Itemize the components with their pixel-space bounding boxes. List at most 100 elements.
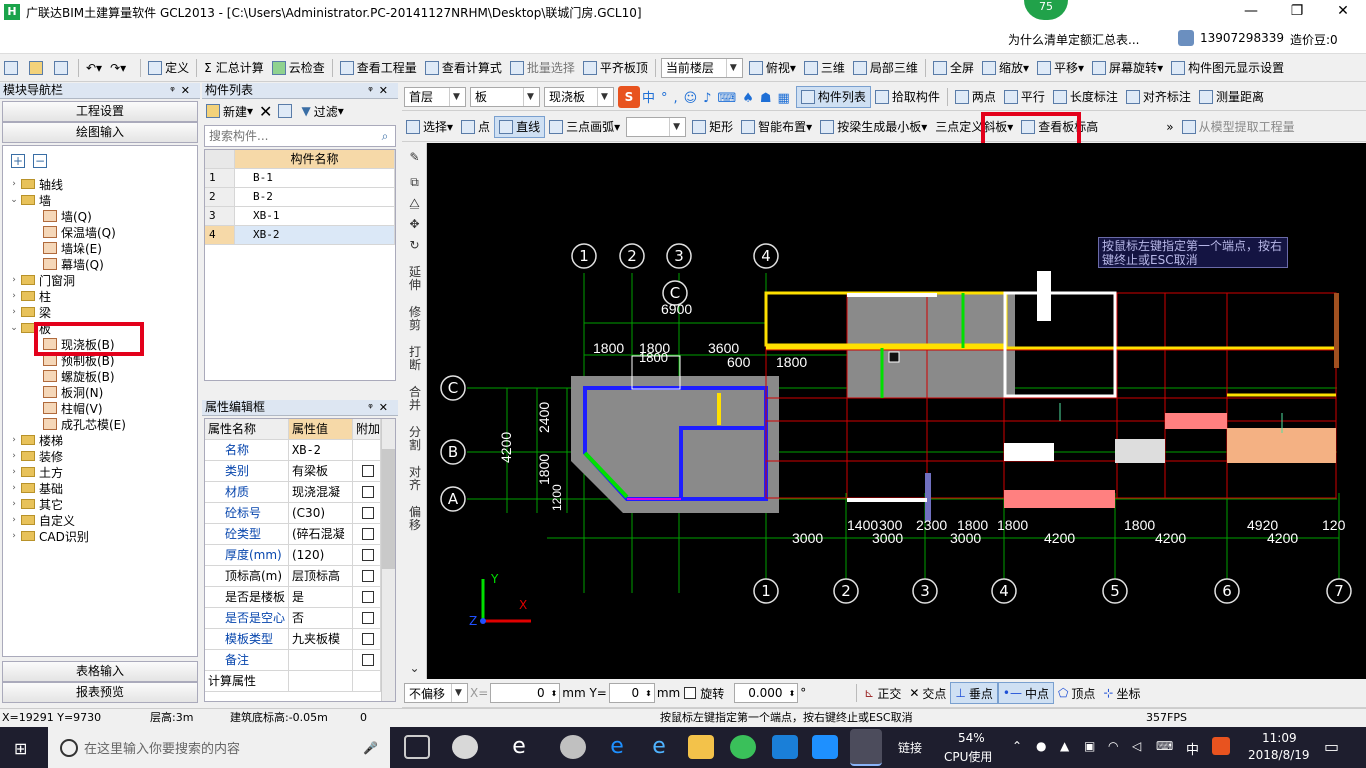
sum-calc-button[interactable]: Σ 汇总计算: [200, 57, 268, 79]
rotate-angle-input[interactable]: 0.000 ⬍: [734, 683, 799, 703]
property-scrollbar[interactable]: [381, 419, 395, 701]
copy-icon[interactable]: [278, 104, 293, 118]
type-select[interactable]: 板 ▼: [470, 86, 540, 107]
more-tools-icon[interactable]: »: [1162, 116, 1177, 138]
drawing-svg[interactable]: 1 2 3 41 2 3 4 5 6 7CBAC 6900 1800 1800 1800 3600…: [427, 143, 1366, 679]
chevron-right-icon[interactable]: ›: [9, 515, 19, 525]
beam-slab-button[interactable]: 按梁生成最小板 ▾: [816, 116, 931, 138]
vtool-button[interactable]: 打断: [408, 346, 422, 372]
ime-indicator[interactable]: 中: [1186, 739, 1199, 758]
pick-component-button[interactable]: 拾取构件: [871, 86, 944, 108]
wifi-icon[interactable]: ◠: [1108, 739, 1118, 753]
view-formula-button[interactable]: 查看计算式: [421, 57, 506, 79]
gcl-app-taskbar-icon[interactable]: [850, 729, 882, 766]
task-view-icon[interactable]: [404, 735, 430, 759]
extra-checkbox[interactable]: [362, 591, 374, 603]
define-button[interactable]: 定义: [144, 57, 193, 79]
g-app-icon[interactable]: [772, 735, 798, 759]
expand-all-icon[interactable]: +: [11, 154, 25, 168]
search-icon[interactable]: ⌕: [375, 126, 395, 146]
link-toolbar[interactable]: 链接: [898, 739, 922, 756]
mirror-icon[interactable]: ⧋: [402, 197, 427, 210]
vtool-button[interactable]: 修剪: [408, 306, 422, 332]
subtype-select[interactable]: 现浇板 ▼: [544, 86, 614, 107]
extra-checkbox[interactable]: [362, 570, 374, 582]
rotate-checkbox[interactable]: [684, 687, 697, 699]
new-file-button[interactable]: [0, 57, 25, 79]
extra-checkbox[interactable]: [362, 528, 374, 540]
property-row[interactable]: 砼类型 (碎石混凝: [205, 524, 395, 545]
notification-icon[interactable]: ▲: [1060, 739, 1069, 753]
extra-checkbox[interactable]: [362, 549, 374, 561]
open-file-button[interactable]: [25, 57, 50, 79]
tree-item[interactable]: 幕墙(Q): [3, 256, 197, 272]
user-account[interactable]: 13907298339: [1200, 31, 1284, 45]
chevron-right-icon[interactable]: ›: [9, 499, 19, 509]
tree-item[interactable]: 墙(Q): [3, 208, 197, 224]
chevron-right-icon[interactable]: ›: [9, 531, 19, 541]
vtool-button[interactable]: 对齐: [408, 466, 422, 492]
plan-view-button[interactable]: 俯视 ▾: [745, 57, 800, 79]
scrollbar-thumb[interactable]: [382, 449, 395, 569]
component-row[interactable]: 1 B-1: [205, 169, 395, 188]
tree-item[interactable]: › CAD识别: [3, 528, 197, 544]
mid-snap[interactable]: •— 中点: [997, 682, 1054, 704]
measure-button[interactable]: 测量距离: [1195, 86, 1268, 108]
green-app-icon[interactable]: [730, 735, 756, 759]
perp-snap[interactable]: ⊥ 垂点: [950, 682, 998, 704]
tree-item[interactable]: › 装修: [3, 448, 197, 464]
tree-item[interactable]: › 基础: [3, 480, 197, 496]
copy-tool-icon[interactable]: ⧉: [402, 176, 427, 189]
sogou-tray-icon[interactable]: [1212, 737, 1230, 755]
extra-checkbox[interactable]: [362, 654, 374, 666]
extra-checkbox[interactable]: [362, 465, 374, 477]
property-row[interactable]: 厚度(mm) (120): [205, 545, 395, 566]
drawing-input-button[interactable]: 绘图输入: [2, 122, 198, 143]
tree-item[interactable]: › 梁: [3, 304, 197, 320]
line-button[interactable]: 直线: [494, 115, 546, 138]
tree-item[interactable]: › 其它: [3, 496, 197, 512]
chevron-right-icon[interactable]: ›: [9, 467, 19, 477]
component-display-button[interactable]: 构件图元显示设置: [1167, 57, 1288, 79]
chevron-right-icon[interactable]: ›: [9, 451, 19, 461]
chevron-right-icon[interactable]: ›: [9, 307, 19, 317]
tray-square-icon[interactable]: ▣: [1084, 739, 1095, 753]
minimize-button[interactable]: —: [1228, 0, 1274, 24]
batch-select-button[interactable]: 批量选择: [506, 57, 579, 79]
vtool-button[interactable]: 合并: [408, 386, 422, 412]
close-button[interactable]: ✕: [1320, 0, 1366, 24]
current-floor-select[interactable]: 当前楼层 ▼: [660, 57, 743, 78]
tree-item[interactable]: ⌄ 墙: [3, 192, 197, 208]
ie-icon[interactable]: e: [506, 735, 532, 759]
collapse-all-icon[interactable]: −: [33, 154, 47, 168]
align-top-button[interactable]: 平齐板顶: [579, 57, 652, 79]
tree-item[interactable]: › 自定义: [3, 512, 197, 528]
drawing-canvas[interactable]: 12341234567CBAC 6900 1800 1800 1800 3600…: [427, 143, 1366, 679]
chevron-right-icon[interactable]: ›: [9, 483, 19, 493]
pin-close-icon[interactable]: ᵠ✕: [170, 83, 200, 98]
pencil-icon[interactable]: ✎: [402, 151, 427, 164]
vtool-button[interactable]: 延伸: [408, 266, 422, 292]
filter-button[interactable]: ▼ 过滤 ▾: [301, 100, 343, 122]
extra-checkbox[interactable]: [362, 507, 374, 519]
cloud-check-button[interactable]: 云检查: [268, 57, 329, 79]
edge-icon[interactable]: e: [604, 735, 630, 759]
chevron-right-icon[interactable]: ›: [9, 291, 19, 301]
arc-button[interactable]: 三点画弧 ▾: [545, 116, 624, 138]
smart-layout-button[interactable]: 智能布置 ▾: [737, 116, 816, 138]
tree-item[interactable]: 板洞(N): [3, 384, 197, 400]
property-row[interactable]: 备注: [205, 650, 395, 671]
zoom-button[interactable]: 缩放 ▾: [978, 57, 1033, 79]
x-offset-input[interactable]: 0 ⬍: [490, 683, 561, 703]
property-row[interactable]: 是否是楼板是: [205, 587, 395, 608]
notice-link[interactable]: 为什么清单定额汇总表...: [1008, 31, 1139, 48]
redo-button[interactable]: ↷▾: [106, 57, 130, 79]
three-d-button[interactable]: 三维: [800, 57, 849, 79]
property-row[interactable]: 砼标号 (C30): [205, 503, 395, 524]
intersect-snap[interactable]: ✕ 交点: [905, 682, 950, 704]
move-icon[interactable]: ✥: [402, 218, 427, 231]
property-row[interactable]: 计算属性: [205, 671, 395, 692]
more-down-icon[interactable]: ⌄: [402, 662, 427, 675]
component-search-input[interactable]: [205, 126, 375, 146]
parallel-button[interactable]: 平行: [1000, 86, 1049, 108]
